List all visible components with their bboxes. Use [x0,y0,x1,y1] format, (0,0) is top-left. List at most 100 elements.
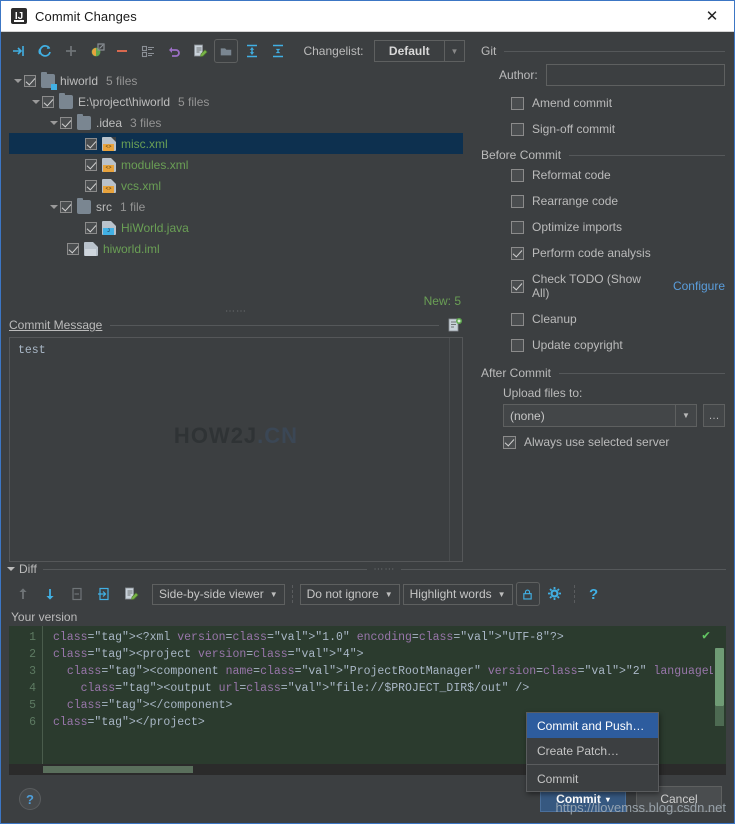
commit-message-history-icon[interactable] [447,317,463,333]
checkbox-label: Perform code analysis [532,246,651,260]
checkbox-box[interactable] [503,435,516,449]
amend-commit-checkbox[interactable]: Amend commit [511,96,725,110]
file-checkbox[interactable] [85,179,97,192]
diff-highlight-mode-dropdown[interactable]: Highlight words ▼ [402,583,513,605]
close-icon[interactable]: ✕ [690,1,734,32]
table-row[interactable]: <> misc.xml [9,133,463,154]
xml-file-icon: <> [102,178,116,193]
file-checkbox[interactable] [85,158,97,171]
file-checkbox[interactable] [42,95,54,108]
lock-icon[interactable] [515,582,540,606]
checkbox-box[interactable] [511,96,524,110]
changed-files-tree[interactable]: hiworld 5 files E:\project\hiworld 5 files.… [9,70,463,292]
menu-item-create-patch[interactable]: Create Patch… [527,738,658,763]
tree-twisty-icon[interactable] [14,78,22,83]
edit-changelist-icon[interactable] [136,39,160,63]
folder-icon [77,197,91,214]
table-row[interactable]: hiworld 5 files [9,70,463,91]
commit-message-scrollbar[interactable] [449,338,462,561]
tree-twisty-icon[interactable] [50,204,58,209]
chevron-down-icon[interactable]: ▼ [498,590,506,599]
commit-dropdown-menu[interactable]: Commit and Push… Create Patch… Commit [526,712,659,792]
show-diff-icon[interactable] [188,39,212,63]
copy-to-left-icon[interactable] [65,582,89,606]
file-checkbox[interactable] [85,221,97,234]
delete-icon[interactable] [110,39,134,63]
chevron-down-icon[interactable]: ▼ [675,405,696,426]
table-row[interactable]: J HiWorld.java [9,217,463,238]
file-checkbox[interactable] [24,74,36,87]
checkbox-box[interactable] [511,194,524,208]
file-checkbox[interactable] [67,242,79,255]
diff-ignore-mode-dropdown[interactable]: Do not ignore ▼ [299,583,400,605]
gear-icon[interactable] [543,582,567,606]
code-line: class="tag"><?xml version=class="val">"1… [53,631,564,644]
git-section-header: Git [481,44,725,58]
chevron-down-icon[interactable] [7,567,15,571]
folder-changed-icon [41,71,57,90]
folder-icon [77,113,91,130]
checkbox-box[interactable] [511,279,524,293]
author-input[interactable] [545,64,725,86]
chevron-down-icon[interactable]: ▼ [385,590,393,599]
help-button[interactable]: ? [19,788,41,810]
sign-off-commit-checkbox[interactable]: Sign-off commit [511,122,725,136]
expand-all-icon[interactable] [240,39,264,63]
diff-section-header[interactable]: Diff ⋯⋯ [1,562,734,576]
group-by-directory-icon[interactable] [213,39,238,63]
table-row[interactable]: src 1 file [9,196,463,217]
rollback-icon[interactable] [162,39,186,63]
tree-twisty-icon[interactable] [32,99,40,104]
browse-servers-button[interactable]: … [703,404,725,427]
tree-twisty-icon[interactable] [50,120,58,125]
move-to-another-changelist-icon[interactable] [85,39,109,63]
changelist-dropdown[interactable]: Default ▼ [373,40,465,62]
table-row[interactable]: <> modules.xml [9,154,463,175]
next-difference-icon[interactable] [38,582,62,606]
rearrange-code-checkbox[interactable]: Rearrange code [511,194,725,208]
chevron-down-icon[interactable]: ▼ [270,590,278,599]
commit-message-input[interactable]: test [10,338,449,561]
table-row[interactable]: <> vcs.xml [9,175,463,196]
always-use-selected-server-checkbox[interactable]: Always use selected server [503,435,725,449]
configure-link[interactable]: Configure [673,279,725,293]
upload-target-dropdown[interactable]: (none) ▼ [503,404,697,427]
checkbox-box[interactable] [511,220,524,234]
table-row[interactable]: E:\project\hiworld 5 files [9,91,463,112]
chevron-down-icon[interactable]: ▼ [444,41,464,61]
refresh-icon[interactable] [33,39,57,63]
perform-code-analysis-checkbox[interactable]: Perform code analysis [511,246,725,260]
edit-source-icon[interactable] [119,582,143,606]
menu-item-commit[interactable]: Commit [527,766,658,791]
question-icon[interactable]: ? [582,582,606,606]
checkbox-box[interactable] [511,246,524,260]
previous-difference-icon[interactable] [11,582,35,606]
cleanup-checkbox[interactable]: Cleanup [511,312,725,326]
vertical-splitter-handle[interactable]: ⋯⋯ [1,307,471,317]
optimize-imports-checkbox[interactable]: Optimize imports [511,220,725,234]
checkbox-box[interactable] [511,312,524,326]
collapse-all-icon[interactable] [266,39,290,63]
file-checkbox[interactable] [60,200,72,213]
menu-item-commit-and-push[interactable]: Commit and Push… [527,713,658,738]
commit-message-box[interactable]: test HOW2J.CN [9,337,463,562]
line-number: 6 [29,716,36,729]
reformat-code-checkbox[interactable]: Reformat code [511,168,725,182]
file-checkbox[interactable] [60,116,72,129]
table-row[interactable]: .idea 3 files [9,112,463,133]
checkbox-box[interactable] [511,168,524,182]
diff-splitter-handle[interactable]: ⋯⋯ [373,564,395,575]
file-checkbox[interactable] [85,137,97,150]
checkbox-box[interactable] [511,338,524,352]
diff-viewer-mode-dropdown[interactable]: Side-by-side viewer ▼ [152,583,285,605]
table-row[interactable]: hiworld.iml [9,238,463,259]
check-todo-checkbox[interactable]: Check TODO (Show All) Configure [511,272,725,300]
copy-to-right-icon[interactable] [92,582,116,606]
update-copyright-checkbox[interactable]: Update copyright [511,338,725,352]
collapse-to-changelist-icon[interactable] [7,39,31,63]
tree-item-label: src [96,199,112,214]
checkbox-box[interactable] [511,122,524,136]
chevron-down-icon[interactable]: ▾ [606,795,610,804]
editor-vertical-scrollbar[interactable] [713,626,726,764]
add-icon[interactable] [59,39,83,63]
